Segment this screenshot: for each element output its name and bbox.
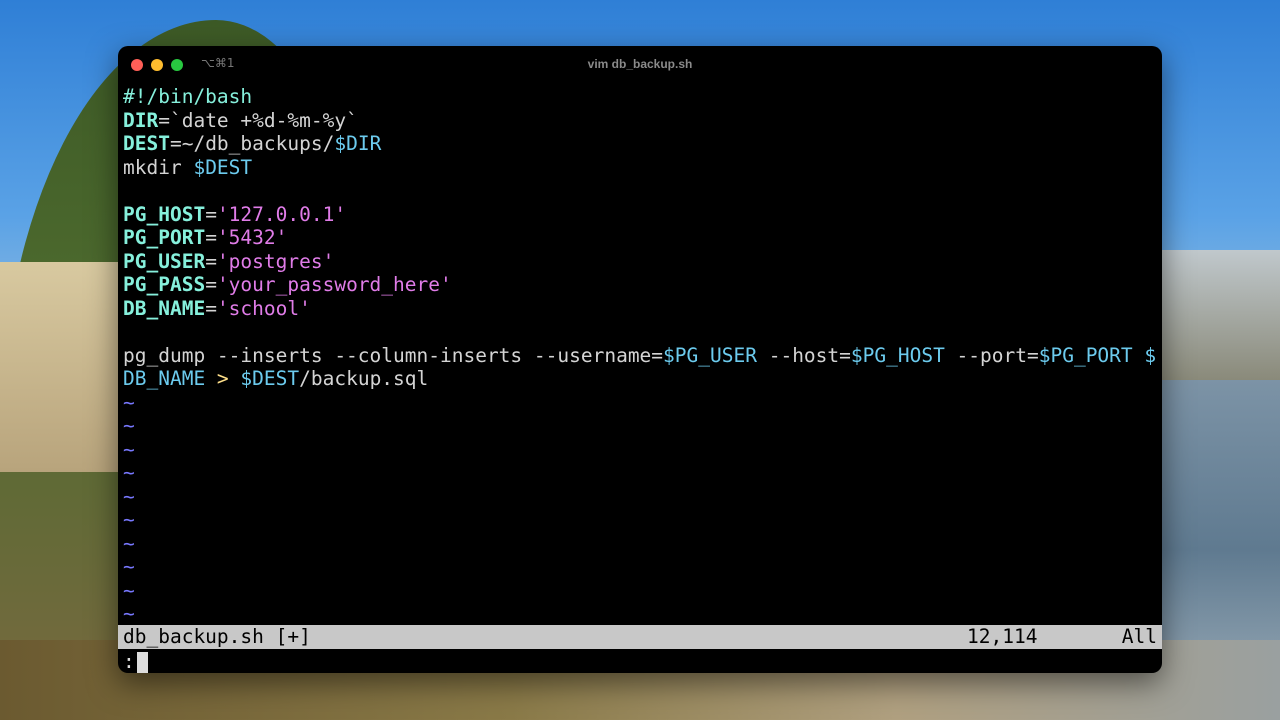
title-bar[interactable]: ⌥⌘1 vim db_backup.sh [118,46,1162,82]
empty-line-tilde: ~ [123,578,135,602]
code-token: =~/db_backups/ [169,132,335,155]
code-token: = [205,296,217,320]
empty-line-tilde: ~ [123,531,135,555]
code-token: '127.0.0.1' [216,202,347,226]
code-line[interactable]: #!/bin/bash [123,85,1162,109]
text-cursor [136,652,148,673]
vim-statusline: db_backup.sh [+] 12,114 All [118,625,1162,649]
empty-line-tilde: ~ [123,390,135,414]
code-token: = [205,273,217,296]
code-line[interactable]: pg_dump --inserts --column-inserts --use… [123,344,1162,368]
code-token: =`date +%d-%m-%y` [158,108,358,132]
code-line[interactable]: PG_HOST='127.0.0.1' [123,203,1162,227]
code-token: $PG_HOST [850,343,945,367]
code-token: 'postgres' [216,249,335,273]
code-token: PG_PORT [123,226,206,249]
empty-line-tilde: ~ [123,555,135,578]
code-line[interactable]: mkdir $DEST [123,156,1162,180]
status-scroll: All [1121,625,1157,648]
code-token: --port= [944,343,1039,367]
code-line[interactable]: PG_PORT='5432' [123,226,1162,250]
vim-editor[interactable]: #!/bin/bash DIR=`date +%d-%m-%y` DEST=~/db… [123,85,1162,626]
code-token: DB_NAME [123,367,206,390]
code-token: 'your_password_here' [216,273,452,296]
code-token: DEST [123,132,170,155]
code-token: PG_USER [123,249,206,273]
terminal-window[interactable]: ⌥⌘1 vim db_backup.sh #!/bin/bash DIR=`dat… [118,46,1162,673]
empty-line-tilde: ~ [123,414,135,437]
status-cursor-position: 12,114 [967,625,1038,648]
code-line[interactable]: PG_PASS='your_password_here' [123,273,1162,297]
empty-line-tilde: ~ [123,437,135,461]
code-token: /backup.sql [299,367,429,390]
code-token: DB_NAME [123,296,206,320]
background-mist [1160,250,1280,380]
code-token: $PG_USER [663,343,757,367]
code-token: $DEST [193,155,253,179]
command-prompt: : [123,650,135,673]
background-bridge [0,262,118,472]
code-line[interactable] [123,179,1162,203]
code-line[interactable]: DB_NAME='school' [123,297,1162,321]
code-token: pg_dump --inserts --column-inserts --use… [123,343,664,367]
code-token: = [205,249,217,273]
window-title: vim db_backup.sh [587,57,693,71]
code-token: PG_PASS [123,273,206,296]
code-token: $DEST [240,367,300,390]
code-token: DIR [123,108,159,132]
status-filename: db_backup.sh [+] [123,625,311,648]
code-token: $DIR [334,132,382,155]
code-token: #!/bin/bash [123,85,253,108]
code-token: > [205,367,241,390]
empty-line-tilde: ~ [123,484,135,508]
code-line[interactable]: DB_NAME > $DEST/backup.sql [123,367,1162,391]
code-token: '5432' [216,226,288,249]
vim-command-line[interactable]: : [123,650,148,673]
code-token: --host= [756,343,851,367]
code-line[interactable] [123,320,1162,344]
code-token: 'school' [216,296,311,320]
code-token: PG_HOST [123,202,206,226]
code-line[interactable]: DEST=~/db_backups/$DIR [123,132,1162,156]
empty-line-tilde: ~ [123,461,135,484]
code-token: = [205,202,217,226]
empty-line-tilde: ~ [123,508,135,531]
code-token: $ [1132,343,1157,367]
code-line[interactable]: DIR=`date +%d-%m-%y` [123,109,1162,133]
code-token: $PG_PORT [1038,343,1133,367]
code-token: = [205,226,217,249]
code-token: mkdir [123,155,194,179]
empty-line-tilde: ~ [123,602,135,625]
code-line[interactable]: PG_USER='postgres' [123,250,1162,274]
